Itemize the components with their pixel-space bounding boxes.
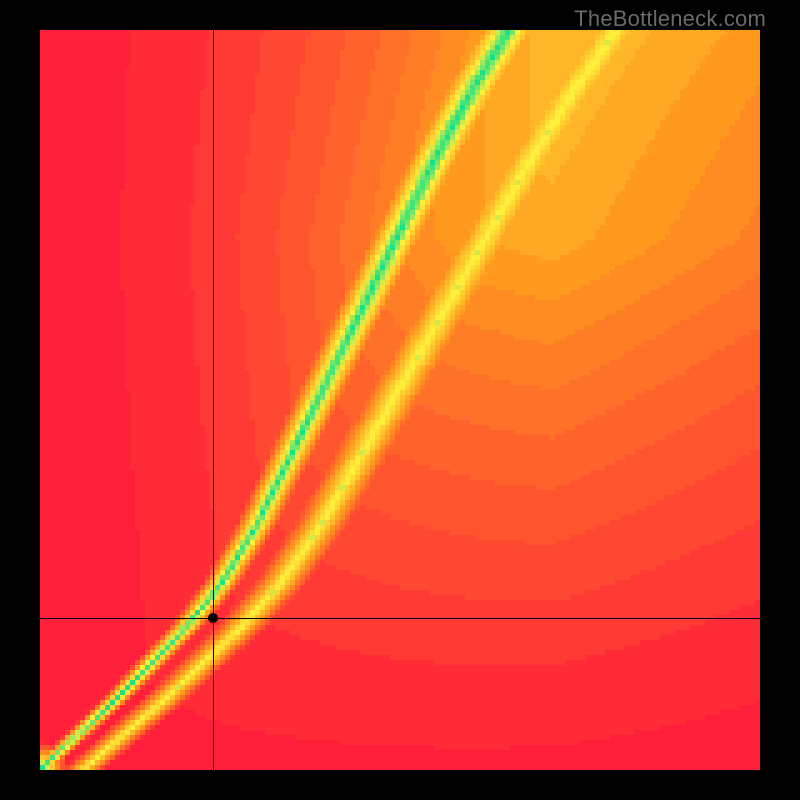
data-point-marker <box>208 613 218 623</box>
heatmap-canvas <box>40 30 760 770</box>
watermark-text: TheBottleneck.com <box>574 6 766 32</box>
crosshair-vertical <box>213 30 214 770</box>
chart-frame: TheBottleneck.com <box>0 0 800 800</box>
crosshair-horizontal <box>40 618 760 619</box>
plot-area <box>40 30 760 770</box>
